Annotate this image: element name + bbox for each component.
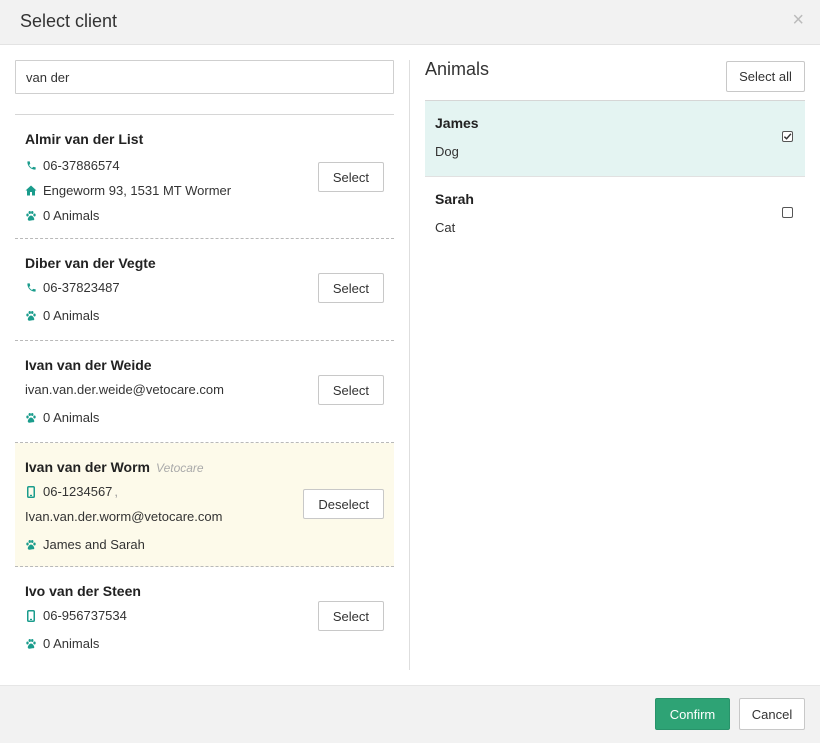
phone-icon	[25, 282, 37, 294]
search-input[interactable]	[15, 60, 394, 94]
animal-item[interactable]: James Dog	[425, 101, 805, 177]
animal-species: Cat	[435, 220, 456, 235]
modal-footer: Confirm Cancel	[0, 685, 820, 743]
client-animals: James and Sarah	[25, 532, 384, 557]
modal-header: Select client ×	[0, 0, 820, 45]
mobile-icon	[25, 485, 37, 498]
checkbox-checked-icon[interactable]	[782, 131, 793, 142]
checkbox-empty-icon[interactable]	[782, 207, 793, 218]
animals-title: Animals	[425, 59, 490, 79]
client-name-row: Ivan van der Worm Vetocare	[25, 458, 384, 478]
client-name: Ivan van der Worm	[25, 459, 151, 475]
client-animals: 0 Animals	[25, 631, 384, 656]
home-icon	[25, 185, 37, 197]
close-icon[interactable]: ×	[792, 10, 804, 30]
modal-title: Select client	[20, 11, 118, 31]
contact-separator: ,	[114, 484, 119, 499]
mobile-icon	[25, 609, 37, 622]
client-phone-value: 06-37823487	[43, 280, 120, 295]
client-animals-value: 0 Animals	[43, 410, 100, 425]
client-phone-value: 06-37886574	[43, 158, 120, 173]
animal-species: Dog	[435, 144, 459, 159]
client-name: Diber van der Vegte	[25, 255, 156, 271]
deselect-client-button[interactable]: Deselect	[303, 489, 384, 519]
client-name: Ivan van der Weide	[25, 357, 152, 373]
paw-icon	[25, 210, 37, 222]
client-item: Almir van der List 06-37886574 Engeworm …	[15, 115, 394, 239]
client-animals-value: 0 Animals	[43, 308, 100, 323]
client-name: Almir van der List	[25, 131, 144, 147]
paw-icon	[25, 638, 37, 650]
confirm-button[interactable]: Confirm	[655, 698, 730, 730]
phone-icon	[25, 160, 37, 172]
client-animals: 0 Animals	[25, 303, 384, 328]
client-panel: Almir van der List 06-37886574 Engeworm …	[15, 45, 395, 670]
client-email-value: Ivan.van.der.worm@vetocare.com	[25, 509, 223, 524]
client-name: Ivo van der Steen	[25, 583, 141, 599]
client-practice-tag: Vetocare	[156, 461, 204, 475]
animal-list: James Dog Sarah Cat	[425, 100, 805, 253]
paw-icon	[25, 412, 37, 424]
client-item: Ivan van der Weide ivan.van.der.weide@ve…	[15, 341, 394, 443]
client-item: Diber van der Vegte 06-37823487 0 Animal…	[15, 239, 394, 341]
select-client-button[interactable]: Select	[317, 162, 384, 192]
select-client-button[interactable]: Select	[317, 375, 384, 405]
client-animals-value: James and Sarah	[43, 537, 145, 552]
pane-divider	[409, 60, 410, 670]
client-animals-value: 0 Animals	[43, 636, 100, 651]
client-animals: 0 Animals	[25, 405, 384, 430]
select-client-button[interactable]: Select	[317, 601, 384, 631]
client-mobile-value: 06-956737534	[43, 608, 127, 623]
client-animals: 0 Animals	[25, 203, 384, 228]
client-address-value: Engeworm 93, 1531 MT Wormer	[43, 183, 232, 198]
select-all-button[interactable]: Select all	[726, 61, 805, 92]
client-list: Almir van der List 06-37886574 Engeworm …	[15, 114, 394, 669]
client-email-value: ivan.van.der.weide@vetocare.com	[25, 382, 224, 397]
cancel-button[interactable]: Cancel	[739, 698, 805, 730]
animal-item[interactable]: Sarah Cat	[425, 177, 805, 253]
select-client-button[interactable]: Select	[317, 273, 384, 303]
paw-icon	[25, 310, 37, 322]
client-mobile-value: 06-1234567	[43, 484, 113, 499]
client-item: Ivo van der Steen 06-956737534 0 Animals…	[15, 567, 394, 669]
paw-icon	[25, 539, 37, 551]
client-animals-value: 0 Animals	[43, 208, 100, 223]
client-item-selected: Ivan van der Worm Vetocare 06-1234567 , I…	[15, 443, 394, 567]
animal-name: Sarah	[435, 191, 474, 207]
animal-name: James	[435, 115, 479, 131]
